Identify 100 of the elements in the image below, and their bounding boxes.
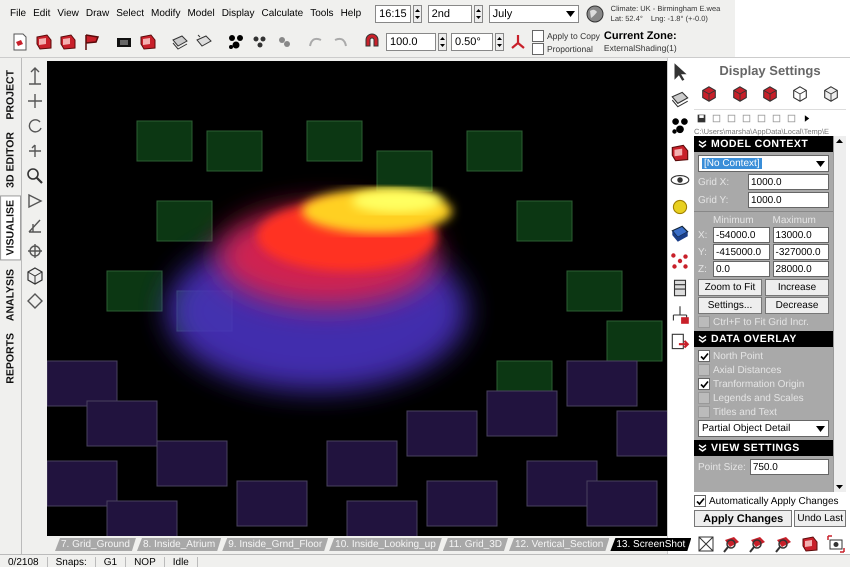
option-label: Titles and Text: [713, 406, 777, 418]
option-label: Legends and Scales: [713, 392, 804, 404]
menu-item[interactable]: Select: [116, 8, 144, 19]
menu-item[interactable]: Edit: [33, 8, 50, 19]
section-header[interactable]: VIEW SETTINGS: [694, 440, 833, 456]
checkbox[interactable]: [698, 392, 710, 404]
option-label: Apply to Copy: [547, 30, 600, 40]
collapse-icon[interactable]: [698, 335, 707, 344]
detail-dropdown[interactable]: Partial Object Detail: [698, 420, 829, 437]
minimum-field[interactable]: 0.0: [713, 261, 770, 277]
save-icon[interactable]: [696, 113, 707, 124]
collapse-icon[interactable]: [698, 444, 707, 452]
column-label: Minimum: [713, 215, 755, 226]
axis-label: X:: [698, 230, 708, 240]
cube-icon[interactable]: [791, 85, 810, 103]
menu-item[interactable]: File: [10, 8, 26, 19]
move-icon[interactable]: [24, 291, 45, 311]
open-icon[interactable]: [34, 32, 54, 52]
search-icon[interactable]: [24, 166, 45, 186]
status-text: NOP: [126, 556, 165, 567]
side-tab[interactable]: VISUALISE: [0, 195, 22, 261]
globe-icon[interactable]: [584, 4, 605, 24]
spinner-arrows-icon[interactable]: [412, 4, 422, 22]
checkbox[interactable]: [698, 316, 710, 328]
day-field[interactable]: 2nd: [428, 4, 472, 22]
option-label: Proportional: [547, 44, 593, 54]
option-label: Axial Distances: [713, 364, 782, 376]
cluster-icon[interactable]: [226, 32, 246, 52]
zone-value: ExternalShading(1): [604, 42, 677, 54]
status-text: G1: [96, 556, 126, 567]
dropdown-arrow-icon[interactable]: [566, 10, 575, 16]
zoom-icon[interactable]: [774, 534, 794, 554]
option-label: Ctrl+F to Fit Grid Incr.: [713, 316, 809, 328]
menu-item[interactable]: Tools: [310, 8, 334, 19]
checkbox[interactable]: [532, 42, 544, 54]
menu-item[interactable]: Help: [340, 8, 362, 19]
status-text: Snaps:: [48, 556, 96, 567]
cube-icon[interactable]: [760, 85, 779, 103]
checkbox[interactable]: [532, 30, 544, 42]
checkbox[interactable]: [698, 406, 710, 418]
menu-item[interactable]: Display: [222, 8, 254, 19]
section-header[interactable]: DATA OVERLAY: [694, 331, 833, 347]
dropdown-arrow-icon[interactable]: [816, 426, 825, 432]
scale-field[interactable]: 100.0: [386, 33, 436, 51]
panel-button[interactable]: Decrease: [765, 297, 829, 314]
cube-icon[interactable]: [730, 85, 749, 103]
cube-outline-icon[interactable]: [24, 266, 45, 286]
maximum-field[interactable]: 28000.0: [772, 261, 829, 277]
zoom-icon[interactable]: [722, 534, 742, 554]
collapse-icon[interactable]: [698, 140, 707, 148]
panel-button[interactable]: Increase: [765, 279, 829, 296]
menu-item[interactable]: Model: [187, 8, 215, 19]
dropdown-arrow-icon[interactable]: [816, 160, 825, 166]
angle-field[interactable]: 0.50°: [451, 33, 493, 51]
side-tab[interactable]: ANALYSIS: [0, 264, 22, 325]
grid-field[interactable]: 1000.0: [748, 174, 829, 190]
apply-button[interactable]: Apply Changes: [694, 510, 792, 527]
side-tab[interactable]: PROJECT: [0, 66, 22, 124]
zone-label: Current Zone:: [604, 30, 677, 42]
grid-label: Grid Y:: [698, 194, 730, 206]
checkbox[interactable]: [698, 364, 710, 376]
option-label: Automatically Apply Changes: [709, 496, 839, 506]
checkbox[interactable]: [698, 350, 710, 362]
cube-icon[interactable]: [700, 85, 718, 103]
save-icon[interactable]: [58, 32, 78, 52]
axis-label: Z:: [698, 264, 708, 274]
box-icon[interactable]: [800, 534, 820, 554]
status-text: 0/2108: [0, 556, 48, 567]
spinner-arrows-icon[interactable]: [495, 33, 504, 51]
panel-button[interactable]: Zoom to Fit: [698, 279, 762, 296]
grid-field[interactable]: 1000.0: [748, 192, 829, 208]
time-field[interactable]: 16:15: [375, 4, 411, 22]
section-header[interactable]: MODEL CONTEXT: [694, 136, 833, 152]
undo-button[interactable]: Undo Last: [794, 510, 846, 527]
panel-title: Display Settings: [718, 62, 822, 80]
spinner-arrows-icon[interactable]: [438, 33, 447, 51]
menu-item[interactable]: Calculate: [262, 8, 304, 19]
month-dropdown[interactable]: July: [488, 4, 579, 22]
side-tab[interactable]: REPORTS: [0, 329, 22, 388]
panel-button[interactable]: Settings...: [698, 297, 762, 314]
box-icon[interactable]: [669, 142, 691, 164]
scrollbar[interactable]: [833, 136, 846, 492]
square-icon[interactable]: [756, 113, 767, 124]
side-tab[interactable]: 3D EDITOR: [0, 128, 22, 192]
point-size-field[interactable]: 750.0: [750, 459, 829, 475]
menu-item[interactable]: Modify: [151, 8, 180, 19]
cube-icon[interactable]: [822, 85, 840, 103]
menu-item[interactable]: Draw: [86, 8, 110, 19]
minimum-field[interactable]: -54000.0: [713, 227, 770, 243]
box-icon[interactable]: [138, 32, 158, 52]
spinner-arrows-icon[interactable]: [474, 4, 483, 22]
menu-item[interactable]: View: [57, 8, 79, 19]
frame-icon[interactable]: [696, 534, 716, 554]
checkbox[interactable]: [698, 378, 710, 390]
zoom-icon[interactable]: [748, 534, 768, 554]
maximum-field[interactable]: -327000.0: [772, 244, 829, 260]
scene-tab[interactable]: 13. ScreenShot: [610, 538, 692, 551]
minimum-field[interactable]: -415000.0: [713, 244, 770, 260]
maximum-field[interactable]: 13000.0: [772, 227, 829, 243]
checkbox[interactable]: [694, 495, 706, 507]
